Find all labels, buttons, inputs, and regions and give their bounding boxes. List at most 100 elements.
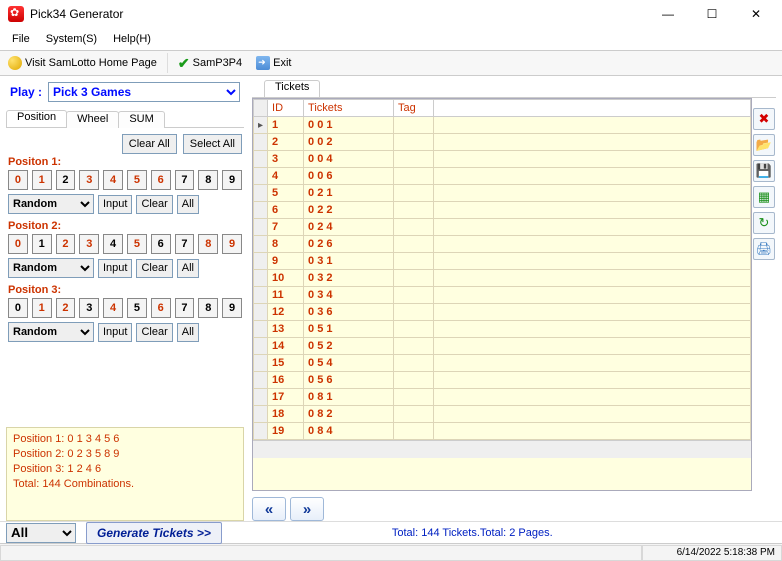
position3-clear[interactable]: Clear: [136, 323, 172, 342]
cell-tag: [394, 321, 434, 338]
toolbar-home[interactable]: Visit SamLotto Home Page: [4, 55, 161, 71]
numbtn-4[interactable]: 4: [103, 298, 123, 318]
table-row[interactable]: 40 0 6: [254, 168, 751, 185]
table-row[interactable]: 20 0 2: [254, 134, 751, 151]
minimize-button[interactable]: —: [646, 0, 690, 28]
table-row[interactable]: 50 2 1: [254, 185, 751, 202]
numbtn-3[interactable]: 3: [79, 234, 99, 254]
menu-system[interactable]: System(S): [40, 31, 103, 47]
table-row[interactable]: 160 5 6: [254, 372, 751, 389]
table-row[interactable]: 90 3 1: [254, 253, 751, 270]
select-all-button[interactable]: Select All: [183, 134, 242, 154]
tab-sum[interactable]: SUM: [118, 111, 164, 128]
generate-tickets-button[interactable]: Generate Tickets >>: [86, 522, 222, 544]
play-select[interactable]: Pick 3 Games: [48, 82, 240, 102]
row-indicator: [254, 219, 268, 236]
table-row[interactable]: 150 5 4: [254, 355, 751, 372]
numbtn-6[interactable]: 6: [151, 170, 171, 190]
cell-blank: [434, 117, 751, 134]
delete-icon[interactable]: ✖: [753, 108, 775, 130]
position2-mode[interactable]: Random: [8, 258, 94, 278]
numbtn-9[interactable]: 9: [222, 298, 242, 318]
table-row[interactable]: 60 2 2: [254, 202, 751, 219]
menu-file[interactable]: File: [6, 31, 36, 47]
position1-all[interactable]: All: [177, 195, 199, 214]
numbtn-6[interactable]: 6: [151, 234, 171, 254]
refresh-icon[interactable]: ↻: [753, 212, 775, 234]
page-next-button[interactable]: »: [290, 497, 324, 521]
cell-tag: [394, 202, 434, 219]
numbtn-8[interactable]: 8: [198, 298, 218, 318]
table-row[interactable]: 100 3 2: [254, 270, 751, 287]
position2-input[interactable]: Input: [98, 259, 132, 278]
numbtn-2[interactable]: 2: [56, 170, 76, 190]
position3-all[interactable]: All: [177, 323, 199, 342]
numbtn-1[interactable]: 1: [32, 298, 52, 318]
table-row[interactable]: 190 8 4: [254, 423, 751, 440]
table-row[interactable]: 140 5 2: [254, 338, 751, 355]
position1-clear[interactable]: Clear: [136, 195, 172, 214]
numbtn-7[interactable]: 7: [175, 298, 195, 318]
table-row[interactable]: 10 0 1: [254, 117, 751, 134]
col-tickets[interactable]: Tickets: [304, 100, 394, 117]
numbtn-9[interactable]: 9: [222, 234, 242, 254]
cell-blank: [434, 389, 751, 406]
numbtn-2[interactable]: 2: [56, 234, 76, 254]
numbtn-0[interactable]: 0: [8, 170, 28, 190]
numbtn-0[interactable]: 0: [8, 234, 28, 254]
position2-clear[interactable]: Clear: [136, 259, 172, 278]
numbtn-7[interactable]: 7: [175, 234, 195, 254]
tickets-grid[interactable]: ID Tickets Tag 10 0 120 0 230 0 440 0 65…: [252, 98, 752, 491]
col-id[interactable]: ID: [268, 100, 304, 117]
table-row[interactable]: 180 8 2: [254, 406, 751, 423]
clear-all-button[interactable]: Clear All: [122, 134, 177, 154]
tab-wheel[interactable]: Wheel: [66, 111, 119, 128]
position2-all[interactable]: All: [177, 259, 199, 278]
numbtn-2[interactable]: 2: [56, 298, 76, 318]
horizontal-scrollbar[interactable]: [253, 440, 751, 458]
col-tag[interactable]: Tag: [394, 100, 434, 117]
numbtn-4[interactable]: 4: [103, 170, 123, 190]
table-row[interactable]: 110 3 4: [254, 287, 751, 304]
numbtn-4[interactable]: 4: [103, 234, 123, 254]
close-button[interactable]: ✕: [734, 0, 778, 28]
table-row[interactable]: 170 8 1: [254, 389, 751, 406]
numbtn-1[interactable]: 1: [32, 234, 52, 254]
position1-input[interactable]: Input: [98, 195, 132, 214]
position3-mode[interactable]: Random: [8, 322, 94, 342]
numbtn-8[interactable]: 8: [198, 234, 218, 254]
summary-line-1: Position 1: 0 1 3 4 5 6: [13, 432, 237, 447]
filter-combo[interactable]: All: [6, 523, 76, 543]
numbtn-3[interactable]: 3: [79, 298, 99, 318]
table-row[interactable]: 130 5 1: [254, 321, 751, 338]
table-row[interactable]: 70 2 4: [254, 219, 751, 236]
position1-mode[interactable]: Random: [8, 194, 94, 214]
tab-position[interactable]: Position: [6, 110, 67, 127]
numbtn-9[interactable]: 9: [222, 170, 242, 190]
save-icon[interactable]: 💾: [753, 160, 775, 182]
menu-help[interactable]: Help(H): [107, 31, 157, 47]
numbtn-5[interactable]: 5: [127, 298, 147, 318]
numbtn-8[interactable]: 8: [198, 170, 218, 190]
maximize-button[interactable]: ☐: [690, 0, 734, 28]
cell-tickets: 0 8 1: [304, 389, 394, 406]
toolbar-samp[interactable]: ✔ SamP3P4: [174, 54, 246, 73]
numbtn-1[interactable]: 1: [32, 170, 52, 190]
folder-icon[interactable]: 📂: [753, 134, 775, 156]
numbtn-5[interactable]: 5: [127, 170, 147, 190]
numbtn-0[interactable]: 0: [8, 298, 28, 318]
tab-tickets[interactable]: Tickets: [264, 80, 320, 97]
page-prev-button[interactable]: «: [252, 497, 286, 521]
toolbar-exit[interactable]: Exit: [252, 55, 295, 71]
numbtn-5[interactable]: 5: [127, 234, 147, 254]
toolbar-home-label: Visit SamLotto Home Page: [25, 57, 157, 69]
position3-input[interactable]: Input: [98, 323, 132, 342]
excel-icon[interactable]: ▦: [753, 186, 775, 208]
print-icon[interactable]: 🖨: [753, 238, 775, 260]
table-row[interactable]: 30 0 4: [254, 151, 751, 168]
numbtn-7[interactable]: 7: [175, 170, 195, 190]
table-row[interactable]: 120 3 6: [254, 304, 751, 321]
table-row[interactable]: 80 2 6: [254, 236, 751, 253]
numbtn-6[interactable]: 6: [151, 298, 171, 318]
numbtn-3[interactable]: 3: [79, 170, 99, 190]
